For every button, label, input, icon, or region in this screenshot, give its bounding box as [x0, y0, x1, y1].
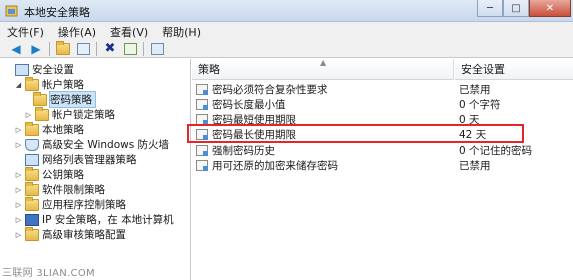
folder-icon [35, 106, 49, 121]
menu-action[interactable]: 操作(A) [51, 22, 103, 40]
toolbar-separator [143, 41, 144, 56]
menu-file[interactable]: 文件(F) [0, 22, 51, 40]
tree-item-lockout-policy[interactable]: ▷ 帐户锁定策略 [24, 106, 115, 122]
policy-value: 0 个记住的密码 [459, 145, 533, 157]
policy-row[interactable]: 用可还原的加密来储存密码 已禁用 [192, 158, 573, 173]
policy-name: 密码最短使用期限 [212, 114, 296, 126]
expand-icon[interactable]: ▷ [14, 231, 23, 239]
policy-value: 已禁用 [459, 84, 491, 96]
title-bar: 本地安全策略 ─ □ ✕ [0, 0, 573, 22]
security-settings-icon [15, 63, 29, 76]
tree-item-label: 帐户策略 [42, 79, 84, 91]
policy-value: 42 天 [459, 129, 487, 141]
folder-icon [25, 181, 39, 196]
tree-item-account-policies[interactable]: ◢ 帐户策略 [14, 76, 84, 92]
policy-name: 用可还原的加密来储存密码 [212, 160, 338, 172]
policy-row[interactable]: 强制密码历史 0 个记住的密码 [192, 143, 573, 158]
help-icon[interactable] [147, 41, 167, 57]
policy-value: 0 天 [459, 114, 480, 126]
column-header-setting[interactable]: 安全设置 [455, 59, 573, 80]
policy-row[interactable]: 密码必须符合复杂性要求 已禁用 [192, 82, 573, 97]
tree-item-label: 帐户锁定策略 [52, 109, 115, 121]
expand-icon[interactable]: ▷ [14, 126, 23, 134]
folder-icon [33, 91, 47, 106]
policy-icon [196, 84, 208, 95]
policy-name: 强制密码历史 [212, 145, 275, 157]
folder-icon [25, 121, 39, 136]
tree-item-software-restriction[interactable]: ▷ 软件限制策略 [14, 181, 105, 197]
tree-item-firewall[interactable]: ▷ 高级安全 Windows 防火墙 [14, 137, 169, 152]
menu-help[interactable]: 帮助(H) [155, 22, 208, 40]
policy-value: 已禁用 [459, 160, 491, 172]
policy-icon [196, 160, 208, 171]
tree-item-security-settings[interactable]: 安全设置 [4, 62, 74, 77]
policy-icon [196, 114, 208, 125]
export-list-icon[interactable] [120, 41, 140, 57]
expand-icon[interactable]: ▷ [14, 186, 23, 194]
expand-icon[interactable]: ▷ [14, 216, 23, 224]
tree-item-local-policies[interactable]: ▷ 本地策略 [14, 121, 84, 137]
expand-icon[interactable]: ▷ [24, 111, 33, 119]
maximize-button[interactable]: □ [503, 0, 529, 17]
menu-bar: 文件(F) 操作(A) 查看(V) 帮助(H) [0, 22, 573, 40]
tree-item-label: 高级安全 Windows 防火墙 [42, 139, 170, 151]
tree-item-label: 高级审核策略配置 [42, 229, 126, 241]
watermark: 三联网 3LIAN.COM [2, 268, 95, 279]
policy-icon [196, 99, 208, 110]
tree-pane: 安全设置 ◢ 帐户策略 密码策略 ▷ 帐户锁定策略 ▷ 本地策略 ▷ 高级安全 … [0, 59, 191, 280]
expand-icon[interactable]: ▷ [14, 141, 23, 149]
policy-icon [196, 129, 208, 140]
tree-item-ipsec[interactable]: ▷ IP 安全策略，在 本地计算机 [14, 212, 174, 227]
toolbar: ◀ ▶ ✖ [0, 40, 573, 58]
policy-row[interactable]: 密码最短使用期限 0 天 [192, 112, 573, 127]
folder-icon [25, 196, 39, 211]
tree-item-label: 网络列表管理器策略 [42, 154, 137, 166]
firewall-icon [25, 138, 39, 151]
network-list-icon [25, 153, 39, 166]
column-header-policy[interactable]: 策略 ▲ [192, 58, 454, 80]
folder-icon [25, 226, 39, 241]
tree-item-label: 本地策略 [42, 124, 84, 136]
menu-view[interactable]: 查看(V) [103, 22, 155, 40]
tree-item-label: 公钥策略 [42, 169, 84, 181]
folder-icon [25, 166, 39, 181]
tree-item-public-key[interactable]: ▷ 公钥策略 [14, 166, 84, 182]
policy-name: 密码必须符合复杂性要求 [212, 84, 328, 96]
tree-item-app-control[interactable]: ▷ 应用程序控制策略 [14, 196, 126, 212]
expand-icon[interactable]: ▷ [14, 171, 23, 179]
window-title: 本地安全策略 [24, 6, 90, 19]
column-header-label: 安全设置 [461, 63, 505, 76]
tree-item-label: 安全设置 [32, 64, 74, 76]
tree-item-label-selected: 密码策略 [49, 91, 96, 108]
back-arrow-icon[interactable]: ◀ [6, 41, 26, 57]
policy-row[interactable]: 密码长度最小值 0 个字符 [192, 97, 573, 112]
forward-arrow-icon[interactable]: ▶ [26, 41, 46, 57]
policy-name: 密码最长使用期限 [212, 129, 296, 141]
sort-ascending-icon: ▲ [320, 58, 327, 67]
policy-row-highlighted[interactable]: 密码最长使用期限 42 天 [192, 127, 573, 142]
security-policy-app-icon [5, 4, 19, 18]
collapse-icon[interactable]: ◢ [14, 81, 23, 89]
toolbar-separator [96, 41, 97, 56]
toolbar-separator [49, 41, 50, 56]
folder-icon [25, 76, 39, 91]
tree-item-network-list[interactable]: 网络列表管理器策略 [25, 152, 137, 167]
policy-name: 密码长度最小值 [212, 99, 286, 111]
column-header-label: 策略 [198, 63, 220, 76]
ipsec-icon [25, 213, 39, 226]
up-folder-icon[interactable] [53, 40, 73, 57]
tree-item-label: 软件限制策略 [42, 184, 105, 196]
policy-list-pane: 策略 ▲ 安全设置 密码必须符合复杂性要求 已禁用 密码长度最小值 0 个字符 … [192, 58, 573, 280]
tree-item-label: IP 安全策略，在 本地计算机 [42, 214, 174, 226]
delete-icon[interactable]: ✖ [100, 41, 120, 57]
minimize-button[interactable]: ─ [477, 0, 503, 17]
show-hide-tree-icon[interactable] [73, 41, 93, 57]
tree-item-password-policy[interactable]: 密码策略 [33, 91, 96, 108]
expand-icon[interactable]: ▷ [14, 201, 23, 209]
tree-item-audit[interactable]: ▷ 高级审核策略配置 [14, 226, 126, 242]
tree-item-label: 应用程序控制策略 [42, 199, 126, 211]
policy-value: 0 个字符 [459, 99, 501, 111]
policy-icon [196, 145, 208, 156]
close-button[interactable]: ✕ [529, 0, 571, 17]
